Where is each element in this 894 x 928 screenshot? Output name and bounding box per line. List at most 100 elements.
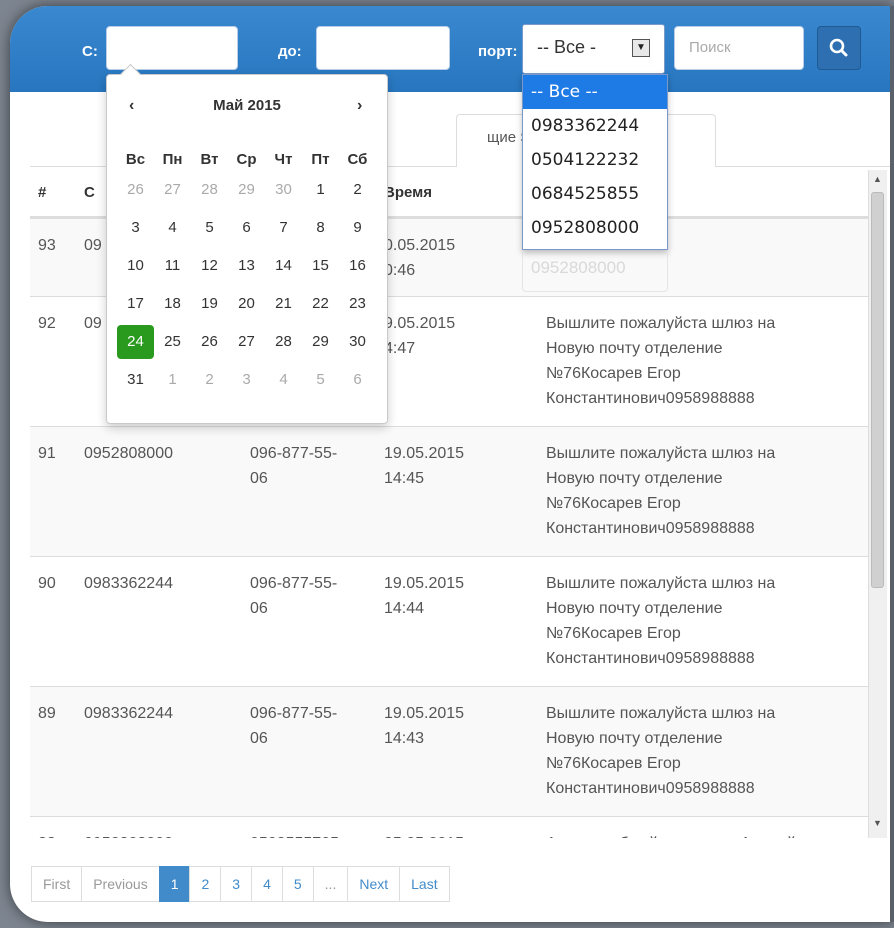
scroll-up-icon[interactable]: ▲ <box>873 174 882 184</box>
datepicker-day-selected[interactable]: 24 <box>117 325 154 359</box>
datepicker-day[interactable]: 28 <box>265 325 302 359</box>
datepicker-day[interactable]: 28 <box>191 173 228 207</box>
datepicker-day[interactable]: 29 <box>302 325 339 359</box>
datepicker-weekday: Пн <box>162 151 183 168</box>
port-select[interactable]: -- Все - ▼ <box>522 24 665 74</box>
datepicker-day[interactable]: 1 <box>154 363 191 397</box>
chevron-down-icon[interactable]: ▼ <box>632 39 650 57</box>
cell-from: 0952808000 <box>84 445 173 462</box>
datepicker-day[interactable]: 21 <box>265 287 302 321</box>
datepicker-day[interactable]: 20 <box>228 287 265 321</box>
scroll-down-icon[interactable]: ▼ <box>873 818 882 828</box>
datepicker-day[interactable]: 13 <box>228 249 265 283</box>
pagination: First Previous 1 2 3 4 5... Next Last <box>31 866 450 902</box>
page-link[interactable]: 5 <box>281 866 314 902</box>
page-link[interactable]: Last <box>399 866 450 902</box>
table-row[interactable]: 90 0983362244 096-877-55- 06 19.05.2015 14:4… <box>30 556 870 686</box>
table-scrollbar[interactable]: ▲ ▼ <box>868 170 887 838</box>
datepicker-day[interactable]: 25 <box>154 325 191 359</box>
cell-time-line: 0.05.2015 <box>384 237 456 254</box>
to-label: до: <box>278 43 302 60</box>
cell-time-line: 19.05.2015 <box>384 445 465 462</box>
datepicker-day[interactable]: 31 <box>117 363 154 397</box>
datepicker-day[interactable]: 3 <box>228 363 265 397</box>
cell-time-line: 0:46 <box>384 262 416 279</box>
datepicker-day[interactable]: 5 <box>302 363 339 397</box>
cell-time: 05.05.2015 <box>384 831 464 838</box>
datepicker-day[interactable]: 14 <box>265 249 302 283</box>
port-option[interactable]: 0983362244 <box>523 109 667 143</box>
datepicker-day[interactable]: 3 <box>117 211 154 245</box>
table-row[interactable]: 89 0983362244 096-877-55- 06 19.05.2015 14:4… <box>30 686 870 816</box>
cell-num: 89 <box>38 705 56 722</box>
cell-message: Вышлите пожалуйста шлюз на Новую почту от… <box>546 441 775 541</box>
cell-message: Вышлите пожалуйста шлюз на Новую почту от… <box>546 701 775 801</box>
datepicker-next-icon[interactable]: › <box>357 97 362 115</box>
datepicker-day[interactable]: 5 <box>191 211 228 245</box>
datepicker-day[interactable]: 26 <box>117 173 154 207</box>
port-option[interactable]: 0952808000 <box>523 211 667 245</box>
cell-message: Артем, добрый день - это Андрей <box>546 831 796 838</box>
cell-message-line: Вышлите пожалуйста шлюз на <box>546 315 776 332</box>
datepicker-day[interactable]: 12 <box>191 249 228 283</box>
cell-time-line: 14:45 <box>384 470 425 487</box>
datepicker-day[interactable]: 23 <box>339 287 376 321</box>
page-link[interactable]: Next <box>347 866 401 902</box>
app-window: С: до: порт: -- Все - ▼ Поиск щие SMS # … <box>10 6 894 922</box>
cell-message-line: Артем, добрый день - это Андрей <box>546 831 796 838</box>
header-from: С <box>84 184 95 201</box>
port-label: порт: <box>478 43 518 60</box>
search-input[interactable]: Поиск <box>674 26 804 70</box>
datepicker-day[interactable]: 11 <box>154 249 191 283</box>
datepicker-day[interactable]: 18 <box>154 287 191 321</box>
scroll-thumb[interactable] <box>871 192 884 588</box>
cell-message: Вышлите пожалуйста шлюз на Новую почту от… <box>546 571 775 671</box>
cell-message-line: №76Косарев Егор <box>546 625 681 642</box>
datepicker-day[interactable]: 9 <box>339 211 376 245</box>
datepicker-day[interactable]: 2 <box>191 363 228 397</box>
datepicker-day[interactable]: 4 <box>265 363 302 397</box>
datepicker-day[interactable]: 17 <box>117 287 154 321</box>
page-link[interactable]: 2 <box>189 866 222 902</box>
datepicker-day[interactable]: 22 <box>302 287 339 321</box>
port-option[interactable]: 0504122232 <box>523 143 667 177</box>
datepicker-day[interactable]: 15 <box>302 249 339 283</box>
datepicker-day[interactable]: 27 <box>228 325 265 359</box>
table-row[interactable]: 91 0952808000 096-877-55- 06 19.05.2015 14:4… <box>30 426 870 556</box>
page-link[interactable]: 1 <box>158 866 191 902</box>
datepicker-day[interactable]: 26 <box>191 325 228 359</box>
datepicker-prev-icon[interactable]: ‹ <box>129 97 134 115</box>
datepicker-day[interactable]: 30 <box>265 173 302 207</box>
datepicker-day[interactable]: 7 <box>265 211 302 245</box>
cell-message-line: Новую почту отделение <box>546 340 723 357</box>
datepicker-day[interactable]: 2 <box>339 173 376 207</box>
datepicker-day[interactable]: 29 <box>228 173 265 207</box>
datepicker-day[interactable]: 30 <box>339 325 376 359</box>
datepicker-weekday: Вт <box>200 151 219 168</box>
port-dropdown-reflection: 0952808000 <box>522 252 668 292</box>
datepicker-day[interactable]: 16 <box>339 249 376 283</box>
page-link[interactable]: 3 <box>220 866 253 902</box>
datepicker-day[interactable]: 1 <box>302 173 339 207</box>
port-option[interactable]: 0684525855 <box>523 177 667 211</box>
page-link[interactable]: 4 <box>251 866 283 902</box>
to-date-input[interactable] <box>316 26 450 70</box>
cell-time-line: 14:44 <box>384 600 425 617</box>
datepicker-weekday: Ср <box>236 151 257 168</box>
search-button[interactable] <box>817 26 861 70</box>
cell-num: 91 <box>38 445 56 462</box>
datepicker-day[interactable]: 8 <box>302 211 339 245</box>
cell-from: 0983362244 <box>84 705 173 722</box>
datepicker-day[interactable]: 4 <box>154 211 191 245</box>
datepicker-day[interactable]: 6 <box>339 363 376 397</box>
datepicker-month-title[interactable]: Май 2015 <box>107 97 387 114</box>
datepicker-day[interactable]: 10 <box>117 249 154 283</box>
port-option[interactable]: -- Все -- <box>523 75 667 109</box>
cell-time-line: 19.05.2015 <box>384 575 465 592</box>
datepicker-day[interactable]: 6 <box>228 211 265 245</box>
from-date-input[interactable] <box>106 26 238 70</box>
datepicker-day[interactable]: 19 <box>191 287 228 321</box>
datepicker-day[interactable]: 27 <box>154 173 191 207</box>
table-row[interactable]: 88 0952808000 0503555705 05.05.2015 Артем, д… <box>30 816 870 838</box>
datepicker-weekday: Сб <box>347 151 368 168</box>
